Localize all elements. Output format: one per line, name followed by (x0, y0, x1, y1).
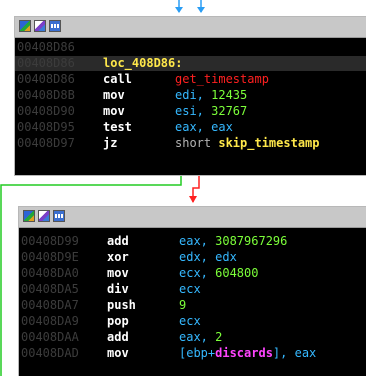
edge-false-arrow (189, 196, 197, 203)
edit-color-icon[interactable] (38, 210, 50, 222)
graph-colored-icon[interactable] (23, 210, 35, 222)
graph-colored-icon[interactable] (19, 20, 31, 32)
asm-line[interactable]: 00408D97 jz short skip_timestamp (15, 136, 366, 151)
address: 00408D86 (17, 72, 75, 86)
operand-token[interactable]: skip_timestamp (218, 136, 319, 150)
operands[interactable]: 9 (179, 298, 186, 313)
address: 00408D86 (17, 56, 75, 70)
address: 00408DA9 (21, 314, 79, 328)
asm-line[interactable]: 00408D86 call get_timestamp (15, 72, 366, 87)
block-toolbar (19, 207, 366, 228)
assembly-view-icon[interactable] (49, 20, 61, 32)
operands[interactable]: short skip_timestamp (175, 136, 320, 151)
address: 00408DA7 (21, 298, 79, 312)
address: 00408D90 (17, 104, 75, 118)
operand-token[interactable]: ], eax (273, 346, 316, 360)
mnemonic: push (107, 298, 136, 312)
asm-line[interactable]: 00408DA7 push 9 (19, 298, 366, 313)
code-block-loc-408d86[interactable]: 00408D86 00408D86 loc_408D86: 00408D86 call g… (14, 16, 366, 176)
asm-line[interactable]: 00408DAD mov [ebp+discards], eax (19, 346, 366, 361)
operands[interactable]: eax, eax (175, 120, 233, 135)
address: 00408D97 (17, 136, 75, 150)
operands[interactable]: [ebp+discards], eax (179, 346, 316, 361)
address: 00408DA0 (21, 266, 79, 280)
operand-token[interactable]: ecx, (179, 266, 215, 280)
operands[interactable]: ecx, 604800 (179, 266, 258, 281)
asm-line[interactable]: 00408D9E xor edx, edx (19, 250, 366, 265)
operands[interactable]: ecx (179, 282, 201, 297)
mnemonic: xor (107, 250, 129, 264)
operand-token[interactable]: 12435 (211, 88, 247, 102)
assembly-view-icon[interactable] (53, 210, 65, 222)
operand-token[interactable]: short (175, 136, 218, 150)
operand-token[interactable]: discards (215, 346, 273, 360)
address: 00408DAD (21, 346, 79, 360)
operand-token[interactable]: 9 (179, 298, 186, 312)
operand-token[interactable]: edi, (175, 88, 211, 102)
asm-line[interactable]: 00408DA9 pop ecx (19, 314, 366, 329)
asm-line[interactable]: 00408DA0 mov ecx, 604800 (19, 266, 366, 281)
edge-in-right-arrow (197, 7, 205, 13)
operands[interactable]: esi, 32767 (175, 104, 247, 119)
operands[interactable]: get_timestamp (175, 72, 269, 87)
operands[interactable]: eax, 3087967296 (179, 234, 287, 249)
block-lines: 00408D86 00408D86 loc_408D86: 00408D86 call g… (15, 40, 366, 175)
operands[interactable]: edx, edx (179, 250, 237, 265)
operand-token[interactable]: 32767 (211, 104, 247, 118)
address: 00408DA5 (21, 282, 79, 296)
mnemonic: mov (103, 88, 125, 102)
operand-token[interactable]: ecx (179, 314, 201, 328)
operand-token[interactable]: get_timestamp (175, 72, 269, 86)
block-lines: 00408D99 add eax, 3087967296 00408D9E xor edx… (19, 234, 366, 376)
code-block-408d99[interactable]: 00408D99 add eax, 3087967296 00408D9E xor edx… (18, 206, 366, 376)
asm-line[interactable]: 00408DAA add eax, 2 (19, 330, 366, 345)
ida-graph-view[interactable]: 00408D86 00408D86 loc_408D86: 00408D86 call g… (0, 0, 366, 376)
address: 00408D99 (21, 234, 79, 248)
operand-token[interactable]: eax, (179, 330, 215, 344)
operand-token[interactable]: edx, edx (179, 250, 237, 264)
operand-token[interactable]: [ebp+ (179, 346, 215, 360)
code-label[interactable]: loc_408D86: (103, 56, 182, 71)
mnemonic: add (107, 234, 129, 248)
asm-line[interactable]: 00408D8B mov edi, 12435 (15, 88, 366, 103)
asm-line[interactable]: 00408DA5 div ecx (19, 282, 366, 297)
operand-token[interactable]: eax, (179, 234, 215, 248)
address: 00408D9E (21, 250, 79, 264)
operand-token[interactable]: ecx (179, 282, 201, 296)
mnemonic: mov (103, 104, 125, 118)
block-toolbar (15, 17, 366, 38)
edit-color-icon[interactable] (34, 20, 46, 32)
operands[interactable]: eax, 2 (179, 330, 222, 345)
asm-line[interactable]: 00408D95 test eax, eax (15, 120, 366, 135)
operand-token[interactable]: eax, eax (175, 120, 233, 134)
operands[interactable]: ecx (179, 314, 201, 329)
asm-line[interactable]: 00408D86 loc_408D86: (15, 56, 366, 71)
address: 00408D8B (17, 88, 75, 102)
mnemonic: call (103, 72, 132, 86)
mnemonic: mov (107, 346, 129, 360)
address: 00408DAA (21, 330, 79, 344)
operand-token[interactable]: 2 (215, 330, 222, 344)
asm-line[interactable]: 00408D99 add eax, 3087967296 (19, 234, 366, 249)
mnemonic: div (107, 282, 129, 296)
mnemonic: test (103, 120, 132, 134)
mnemonic: mov (107, 266, 129, 280)
address: 00408D95 (17, 120, 75, 134)
mnemonic: pop (107, 314, 129, 328)
asm-line[interactable]: 00408D90 mov esi, 32767 (15, 104, 366, 119)
asm-line[interactable]: 00408D86 (15, 40, 366, 55)
edge-in-left-arrow (175, 7, 183, 13)
operands[interactable]: edi, 12435 (175, 88, 247, 103)
operand-token[interactable]: esi, (175, 104, 211, 118)
address: 00408D86 (17, 40, 75, 54)
mnemonic: add (107, 330, 129, 344)
mnemonic: jz (103, 136, 118, 150)
operand-token[interactable]: 3087967296 (215, 234, 287, 248)
operand-token[interactable]: 604800 (215, 266, 258, 280)
